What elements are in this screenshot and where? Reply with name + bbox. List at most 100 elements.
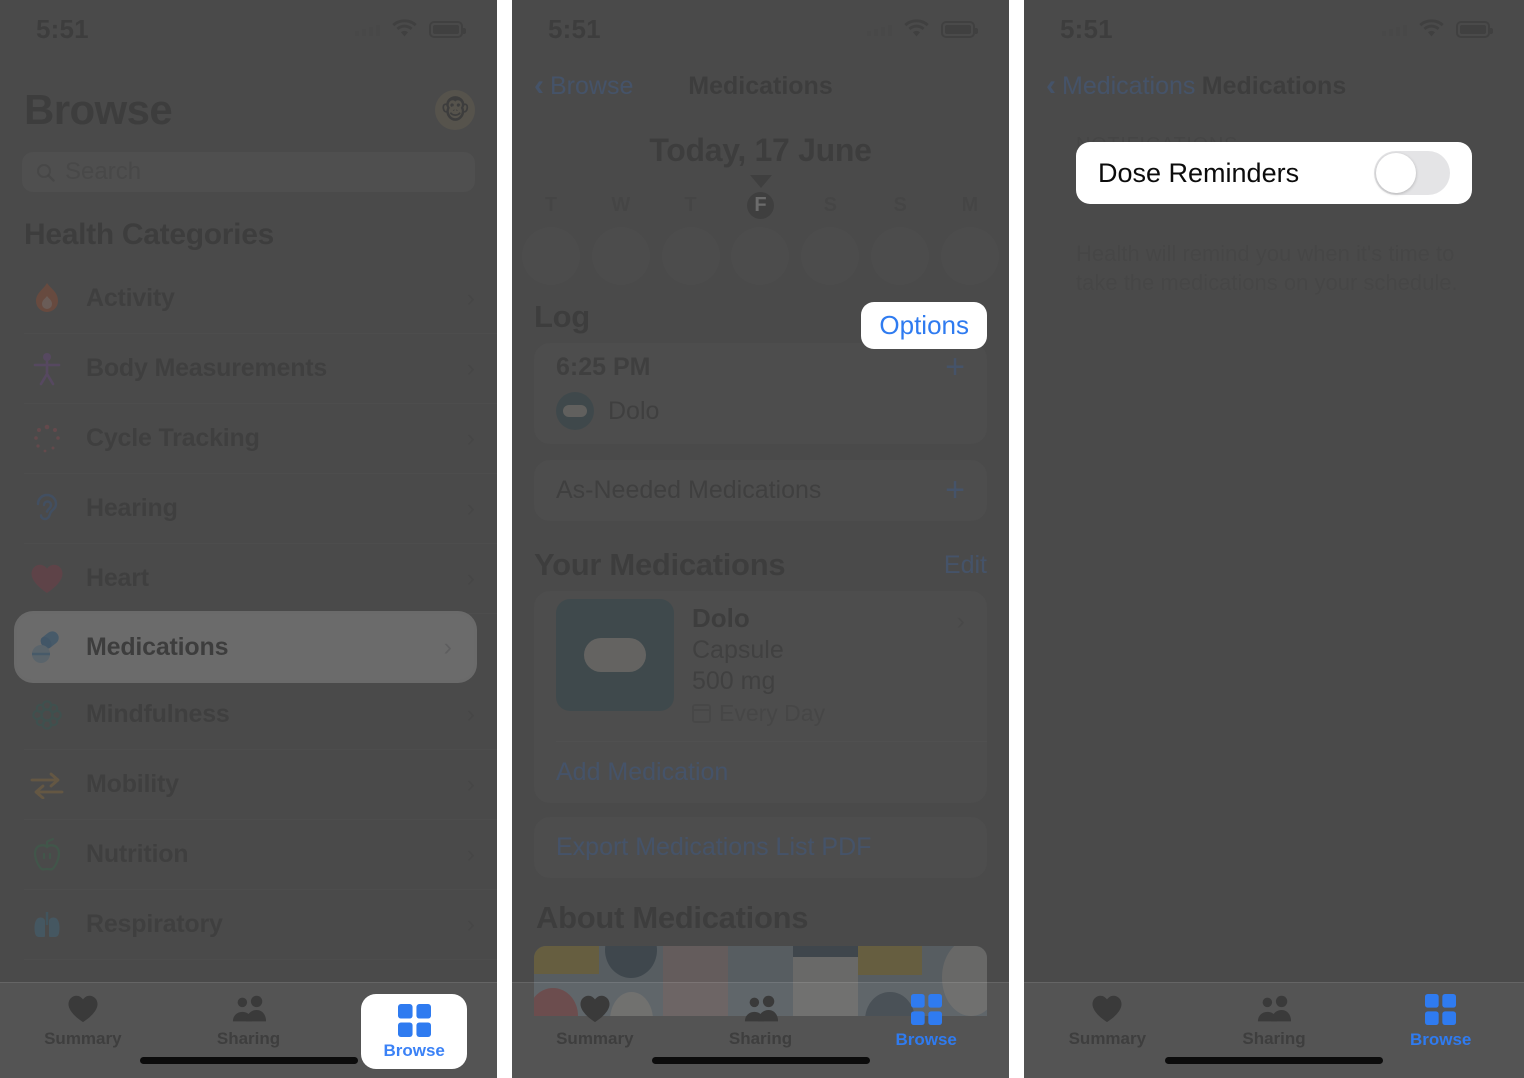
tab-label: Summary: [44, 1029, 122, 1048]
medication-item[interactable]: Dolo Capsule 500 mg Every Day ›: [534, 591, 987, 741]
activity-flame-icon: [24, 282, 70, 316]
search-input[interactable]: Search: [22, 152, 475, 192]
panel2-content: 5:51 ‹ Browse Medications Today, 17 June…: [512, 0, 1009, 1016]
back-button[interactable]: ‹ Medications: [1046, 71, 1195, 101]
tab-browse[interactable]: Browse: [1357, 994, 1524, 1050]
sidebar-item-mindfulness[interactable]: Mindfulness ›: [24, 680, 497, 750]
day-cell[interactable]: T: [518, 192, 584, 285]
tab-browse-highlight[interactable]: Browse: [361, 994, 467, 1069]
sidebar-item-cycle-tracking[interactable]: Cycle Tracking ›: [24, 404, 497, 474]
about-medications-title: About Medications: [536, 900, 809, 935]
dose-reminders-row[interactable]: Dose Reminders: [1076, 142, 1472, 204]
day-cell[interactable]: S: [797, 192, 863, 285]
options-button[interactable]: Options: [861, 302, 987, 349]
as-needed-card[interactable]: As-Needed Medications +: [534, 460, 987, 521]
sidebar-item-label: Cycle Tracking: [86, 424, 260, 452]
dose-reminders-toggle[interactable]: [1374, 151, 1450, 195]
tab-label: Sharing: [216, 1029, 281, 1048]
back-button[interactable]: ‹ Browse: [534, 71, 633, 101]
panel1-content: 5:51 Browse 🐵 Search Health Categories A…: [0, 0, 497, 960]
chevron-right-icon: ›: [956, 607, 965, 635]
chevron-right-icon: ›: [466, 910, 475, 938]
section-title-health-categories: Health Categories: [24, 218, 274, 251]
tab-sharing[interactable]: Sharing: [1191, 994, 1358, 1049]
options-button-label: Options: [861, 302, 987, 349]
sidebar-item-label: Hearing: [86, 494, 178, 522]
add-medication-button[interactable]: Add Medication: [534, 742, 987, 803]
profile-avatar[interactable]: 🐵: [435, 90, 475, 130]
day-cell[interactable]: W: [588, 192, 654, 285]
sidebar-item-heart[interactable]: Heart ›: [24, 544, 497, 614]
export-card[interactable]: Export Medications List PDF: [534, 817, 987, 878]
day-ring: [871, 227, 930, 285]
chevron-right-icon: ›: [466, 284, 475, 312]
plus-icon[interactable]: +: [945, 350, 965, 384]
status-bar: 5:51: [0, 0, 497, 58]
medication-name: Dolo: [692, 603, 750, 633]
nav-bar: ‹ Browse Medications: [512, 58, 1009, 114]
chevron-right-icon: ›: [466, 564, 475, 592]
day-cell-today[interactable]: F: [727, 192, 793, 285]
sidebar-item-hearing[interactable]: Hearing ›: [24, 474, 497, 544]
sidebar-item-label: Mindfulness: [86, 700, 230, 728]
log-entry[interactable]: 6:25 PM + Dolo: [534, 343, 987, 444]
browse-grid-icon: [1425, 994, 1457, 1025]
chevron-left-icon: ‹: [1046, 69, 1056, 102]
week-day-strip: T W T F S S M: [512, 188, 1009, 285]
heart-tab-icon: [68, 995, 98, 1023]
tab-sharing[interactable]: Sharing: [678, 994, 844, 1049]
day-cell[interactable]: S: [867, 192, 933, 285]
sharing-people-icon: [232, 995, 266, 1022]
sidebar-item-activity[interactable]: Activity ›: [24, 264, 497, 334]
cellular-signal-icon: [867, 22, 892, 36]
sharing-people-icon: [1257, 995, 1292, 1022]
nav-bar: ‹ Medications Medications: [1024, 58, 1524, 114]
plus-icon[interactable]: +: [945, 473, 965, 507]
date-header[interactable]: Today, 17 June: [512, 114, 1009, 169]
status-time: 5:51: [36, 13, 89, 44]
back-button-label: Medications: [1062, 71, 1196, 100]
day-cell[interactable]: M: [937, 192, 1003, 285]
medications-pills-icon: [24, 630, 70, 664]
sidebar-item-mobility[interactable]: Mobility ›: [24, 750, 497, 820]
sidebar-item-nutrition[interactable]: Nutrition ›: [24, 820, 497, 890]
chevron-right-icon: ›: [466, 494, 475, 522]
capsule-icon: [556, 392, 594, 430]
export-medications-pdf-button[interactable]: Export Medications List PDF: [534, 817, 987, 878]
chevron-right-icon: ›: [466, 700, 475, 728]
sidebar-item-label: Activity: [86, 284, 175, 312]
day-letter: S: [823, 194, 837, 216]
tab-summary[interactable]: Summary: [0, 994, 166, 1049]
calendar-icon: [692, 704, 711, 723]
log-entry-med-name: Dolo: [608, 396, 660, 425]
tab-summary[interactable]: Summary: [512, 994, 678, 1049]
sidebar-item-respiratory[interactable]: Respiratory ›: [24, 890, 497, 960]
chevron-right-icon: ›: [466, 354, 475, 382]
mindfulness-icon: [24, 699, 70, 731]
sidebar-item-medications[interactable]: Medications ›: [17, 614, 474, 680]
chevron-right-icon: ›: [466, 770, 475, 798]
log-entry-time-row: 6:25 PM +: [556, 350, 965, 384]
as-needed-row[interactable]: As-Needed Medications +: [534, 460, 987, 521]
panel-gap: [1009, 0, 1024, 1078]
status-bar: 5:51: [512, 0, 1009, 58]
heart-tab-icon: [580, 995, 610, 1023]
medication-frequency-text: Every Day: [719, 700, 826, 726]
tab-browse[interactable]: Browse: [843, 994, 1009, 1050]
status-bar: 5:51: [1024, 0, 1524, 58]
sidebar-item-body-measurements[interactable]: Body Measurements ›: [24, 334, 497, 404]
home-indicator: [1165, 1057, 1383, 1064]
sidebar-item-label: Heart: [86, 564, 149, 592]
day-letter: S: [893, 194, 907, 216]
nutrition-apple-icon: [24, 837, 70, 872]
tab-summary[interactable]: Summary: [1024, 994, 1191, 1049]
medication-info: Dolo Capsule 500 mg Every Day: [692, 599, 825, 727]
day-ring: [591, 227, 650, 285]
edit-button[interactable]: Edit: [944, 551, 987, 580]
tab-sharing[interactable]: Sharing: [166, 994, 332, 1049]
cycle-tracking-icon: [24, 423, 70, 455]
tab-label: Browse: [1409, 1030, 1472, 1049]
day-letter: M: [961, 194, 979, 216]
footer-note: Health will remind you when it's time to…: [1076, 241, 1458, 296]
day-cell[interactable]: T: [658, 192, 724, 285]
